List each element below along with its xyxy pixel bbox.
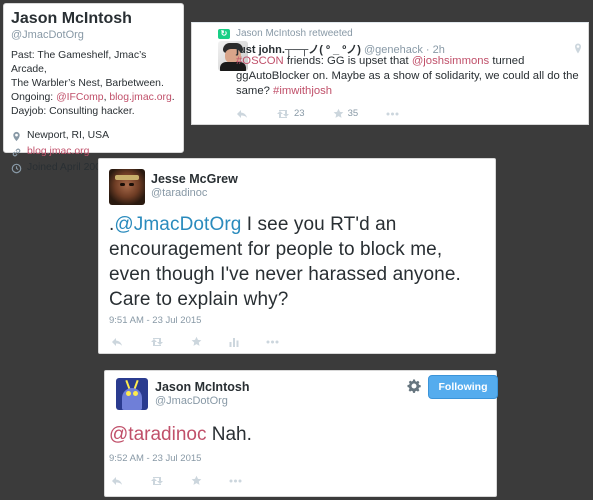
favorite-star-icon xyxy=(333,108,343,118)
profile-card: Jason McIntosh @JmacDotOrg Past: The Gam… xyxy=(3,3,184,173)
location-pin-icon xyxy=(575,43,581,54)
tweet-actions xyxy=(111,475,269,486)
retweet-context-text[interactable]: Jason McIntosh retweeted xyxy=(236,28,353,39)
reply-button[interactable] xyxy=(111,476,123,486)
favorite-button[interactable] xyxy=(191,475,202,486)
hashtag-link[interactable]: #imwithjosh xyxy=(273,85,332,97)
hashtag-link[interactable]: #OSCON xyxy=(236,55,284,67)
bio-line: Dayjob: Consulting hacker. xyxy=(11,106,135,117)
author-name[interactable]: Jason McIntosh xyxy=(155,380,249,394)
profile-name[interactable]: Jason McIntosh xyxy=(11,10,176,28)
author-handle[interactable]: @taradinoc xyxy=(151,187,207,199)
stats-icon xyxy=(229,337,239,347)
more-button[interactable] xyxy=(266,340,279,344)
favorite-button[interactable] xyxy=(191,336,202,347)
retweet-button[interactable]: 23 xyxy=(276,108,305,119)
retweet-count: 23 xyxy=(294,108,305,119)
mention-link[interactable]: @taradinoc xyxy=(109,424,206,445)
gear-icon[interactable] xyxy=(407,379,421,393)
reply-button[interactable] xyxy=(236,109,248,119)
retweet-icon xyxy=(277,109,289,118)
tweet-actions xyxy=(111,336,306,347)
tweet-text-body: Nah. xyxy=(206,424,252,445)
more-button[interactable] xyxy=(229,479,242,483)
retweet-icon: ↻ xyxy=(218,28,230,39)
retweet-button[interactable] xyxy=(150,337,164,347)
bio-line: Ongoing: @IFComp, blog.jmac.org. xyxy=(11,91,176,105)
reply-icon xyxy=(112,337,122,346)
reply-button[interactable] xyxy=(111,337,123,347)
tweet-text: @taradinoc Nah. xyxy=(109,423,252,447)
profile-location: Newport, RI, USA xyxy=(11,128,176,144)
profile-bio: Past: The Gameshelf, Jmac’s Arcade, The … xyxy=(11,49,176,119)
favorite-star-icon xyxy=(191,336,202,346)
ifcomp-link[interactable]: @IFComp xyxy=(56,92,104,103)
more-icon xyxy=(386,112,399,115)
mention-link[interactable]: @JmacDotOrg xyxy=(114,214,241,235)
clock-icon xyxy=(11,163,22,173)
link-icon xyxy=(12,148,21,156)
tweet-timestamp[interactable]: 9:51 AM - 23 Jul 2015 xyxy=(109,315,201,326)
reply-icon xyxy=(112,476,122,485)
retweet-context: ↻ Jason McIntosh retweeted xyxy=(218,28,353,39)
tweet-text: .@JmacDotOrg I see you RT'd an encourage… xyxy=(109,212,489,312)
retweeted-tweet-card[interactable]: ↻ Jason McIntosh retweeted just john.┬─┬… xyxy=(191,22,589,125)
blog-link[interactable]: blog.jmac.org xyxy=(109,92,171,103)
favorite-star-icon xyxy=(191,475,202,485)
tweet-text-part: friends: GG is upset that xyxy=(283,55,412,67)
favorite-count: 35 xyxy=(347,108,359,119)
mention-link[interactable]: @joshsimmons xyxy=(412,55,489,67)
location-pin-icon xyxy=(13,131,20,141)
stats-button[interactable] xyxy=(229,337,239,347)
tweet-text: #OSCON friends: GG is upset that @joshsi… xyxy=(236,54,581,99)
following-button[interactable]: Following xyxy=(428,375,498,399)
focused-tweet-card[interactable]: Jesse McGrew @taradinoc .@JmacDotOrg I s… xyxy=(98,158,496,354)
avatar[interactable] xyxy=(116,378,148,410)
location-text: Newport, RI, USA xyxy=(27,130,109,141)
author-handle[interactable]: @JmacDotOrg xyxy=(155,395,228,407)
reply-tweet-card[interactable]: Jason McIntosh @JmacDotOrg Following @ta… xyxy=(104,370,498,497)
bio-period: . xyxy=(171,92,175,103)
joined-text: Joined April 2008 xyxy=(27,162,107,173)
more-icon xyxy=(229,479,242,482)
favorite-button[interactable]: 35 xyxy=(333,108,359,119)
more-button[interactable] xyxy=(386,112,399,116)
retweet-icon xyxy=(151,337,163,346)
bio-line: The Warbler’s Nest, Barbetween. xyxy=(11,78,164,89)
tweet-timestamp[interactable]: 9:52 AM - 23 Jul 2015 xyxy=(109,453,201,464)
profile-handle[interactable]: @JmacDotOrg xyxy=(11,29,176,41)
tweet-actions: 23 35 xyxy=(236,108,427,119)
reply-icon xyxy=(237,109,247,118)
website-link[interactable]: blog.jmac.org xyxy=(27,144,89,160)
retweet-button[interactable] xyxy=(150,476,164,486)
author-name[interactable]: Jesse McGrew xyxy=(151,172,238,186)
bio-ongoing-label: Ongoing: xyxy=(11,92,57,103)
avatar[interactable] xyxy=(109,169,145,205)
more-icon xyxy=(266,340,279,343)
retweet-icon xyxy=(151,476,163,485)
bio-line: Past: The Gameshelf, Jmac’s Arcade, xyxy=(11,50,147,75)
